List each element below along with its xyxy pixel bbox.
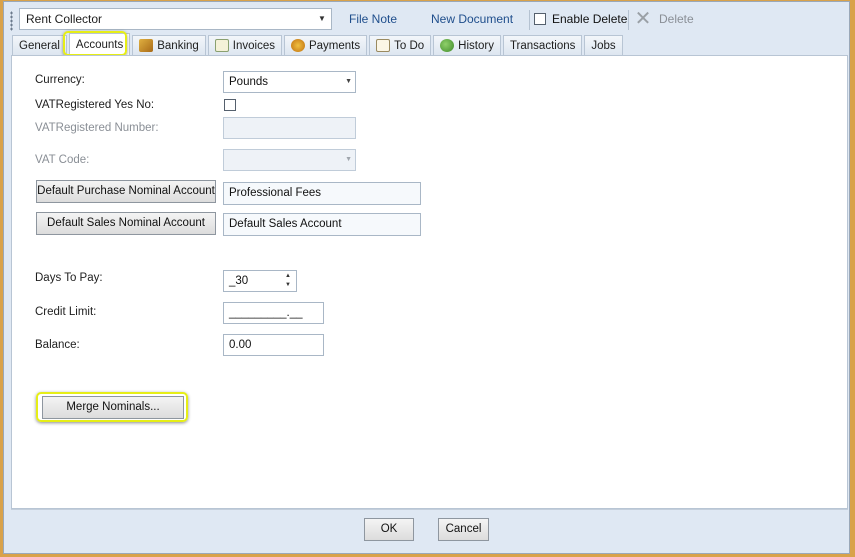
- tab-invoices[interactable]: Invoices: [207, 35, 282, 55]
- tab-todo[interactable]: To Do: [369, 35, 432, 55]
- footer-separator: [11, 509, 848, 510]
- delete-label: Delete: [659, 12, 694, 26]
- enable-delete-label: Enable Delete: [552, 12, 628, 26]
- currency-dropdown[interactable]: Pounds ▼: [223, 71, 356, 93]
- accounts-panel: Currency: Pounds ▼ VATRegistered Yes No:…: [11, 55, 848, 509]
- vat-registered-checkbox[interactable]: [224, 99, 236, 111]
- new-document-link[interactable]: New Document: [431, 12, 513, 26]
- todo-clipboard-icon: [376, 39, 391, 52]
- vat-number-label: VATRegistered Number:: [35, 122, 159, 134]
- tab-label: Banking: [157, 39, 199, 52]
- currency-label: Currency:: [35, 74, 85, 86]
- merge-nominals-highlight: [36, 392, 188, 422]
- sales-nominal-input[interactable]: Default Sales Account: [223, 213, 421, 236]
- chevron-down-icon[interactable]: ▼: [315, 9, 329, 29]
- entity-dropdown-value: Rent Collector: [26, 12, 103, 26]
- delete-button[interactable]: ✕ Delete: [633, 9, 694, 29]
- purchase-nominal-value: Professional Fees: [229, 187, 322, 199]
- history-globe-icon: [440, 39, 455, 52]
- tab-label: General: [19, 39, 60, 52]
- days-to-pay-value: _30: [229, 275, 249, 287]
- close-x-icon: ✕: [634, 8, 652, 30]
- accounts-tab-highlight: [63, 31, 127, 56]
- tab-label: Jobs: [591, 39, 616, 52]
- tab-history[interactable]: History: [433, 35, 501, 55]
- tab-label: To Do: [394, 39, 425, 52]
- credit-limit-value: _________.__: [229, 307, 303, 319]
- ok-button[interactable]: OK: [364, 518, 414, 541]
- currency-value: Pounds: [229, 76, 269, 88]
- tab-label: History: [458, 39, 494, 52]
- tab-payments[interactable]: Payments: [283, 35, 368, 55]
- entity-dropdown[interactable]: Rent Collector ▼: [19, 8, 332, 30]
- toolbar-grip[interactable]: [10, 11, 13, 31]
- toolbar-separator: [628, 10, 629, 30]
- tab-transactions[interactable]: Transactions: [502, 35, 583, 55]
- banking-card-icon: [139, 39, 154, 52]
- file-note-link[interactable]: File Note: [349, 12, 397, 26]
- tab-label: Invoices: [232, 39, 275, 52]
- tab-jobs[interactable]: Jobs: [584, 35, 623, 55]
- default-purchase-nominal-button[interactable]: Default Purchase Nominal Account: [36, 180, 216, 203]
- cancel-button[interactable]: Cancel: [438, 518, 489, 541]
- vat-code-dropdown[interactable]: ▼: [223, 149, 356, 171]
- balance-label: Balance:: [35, 339, 80, 351]
- enable-delete-toggle[interactable]: Enable Delete: [534, 11, 627, 27]
- balance-value: 0.00: [229, 339, 252, 351]
- tab-banking[interactable]: Banking: [132, 35, 206, 55]
- tab-label: Payments: [308, 39, 361, 52]
- invoice-icon: [214, 39, 229, 52]
- sales-nominal-value: Default Sales Account: [229, 218, 342, 230]
- days-to-pay-stepper[interactable]: _30 ▲ ▼: [223, 270, 297, 292]
- purchase-nominal-input[interactable]: Professional Fees: [223, 182, 421, 205]
- enable-delete-checkbox[interactable]: [534, 13, 546, 25]
- balance-input[interactable]: 0.00: [223, 334, 324, 356]
- vat-code-label: VAT Code:: [35, 154, 90, 166]
- toolbar-separator: [529, 10, 530, 30]
- vat-number-input[interactable]: [223, 117, 356, 139]
- default-sales-nominal-button[interactable]: Default Sales Nominal Account: [36, 212, 216, 235]
- dialog-window: Rent Collector ▼ File Note New Document …: [3, 1, 850, 554]
- tab-general[interactable]: General: [12, 35, 67, 55]
- payments-coins-icon: [290, 39, 305, 52]
- days-to-pay-label: Days To Pay:: [35, 272, 103, 284]
- credit-limit-label: Credit Limit:: [35, 306, 97, 318]
- spinner-arrows-icon[interactable]: ▲ ▼: [283, 272, 293, 290]
- chevron-down-icon[interactable]: ▼: [345, 150, 352, 170]
- vat-registered-label: VATRegistered Yes No:: [35, 99, 155, 111]
- chevron-down-icon[interactable]: ▼: [345, 72, 352, 92]
- credit-limit-input[interactable]: _________.__: [223, 302, 324, 324]
- tab-label: Transactions: [509, 39, 576, 52]
